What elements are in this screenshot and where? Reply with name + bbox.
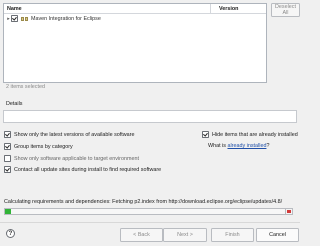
stop-button[interactable] <box>285 208 293 215</box>
details-label: Details <box>6 101 23 107</box>
applicable-only-label: Show only software applicable to target … <box>14 155 139 162</box>
what-is-installed-prefix: What is <box>208 143 226 149</box>
progress-fill <box>5 209 11 214</box>
help-icon[interactable]: ? <box>6 229 15 238</box>
column-header-version[interactable]: Version <box>219 6 238 12</box>
applicable-only-checkbox[interactable] <box>4 155 11 162</box>
hide-installed-option[interactable]: Hide items that are already installed <box>202 131 298 138</box>
already-installed-link[interactable]: already installed <box>227 143 266 149</box>
applicable-only-option[interactable]: Show only software applicable to target … <box>4 155 139 162</box>
column-divider <box>210 4 211 13</box>
cancel-button[interactable]: Cancel <box>256 228 299 242</box>
group-by-category-checkbox[interactable] <box>4 143 11 150</box>
show-latest-checkbox[interactable] <box>4 131 11 138</box>
contact-all-sites-label: Contact all update sites during install … <box>14 166 162 173</box>
stop-icon <box>287 210 291 213</box>
selection-status: 2 items selected <box>6 84 45 90</box>
show-latest-option[interactable]: Show only the latest versions of availab… <box>4 131 134 138</box>
hide-installed-label: Hide items that are already installed <box>212 131 298 138</box>
details-field[interactable] <box>3 110 297 123</box>
what-is-installed: What is already installed? <box>208 143 269 149</box>
contact-all-sites-checkbox[interactable] <box>4 166 11 173</box>
back-button[interactable]: < Back <box>120 228 163 242</box>
row-name: Maven Integration for Eclipse <box>31 15 101 22</box>
group-by-category-label: Group items by category <box>14 143 73 150</box>
button-bar-divider <box>0 222 300 223</box>
status-message: Calculating requirements and dependencie… <box>4 199 283 205</box>
what-is-installed-suffix: ? <box>266 143 270 149</box>
hide-installed-checkbox[interactable] <box>202 131 209 138</box>
column-header-name[interactable]: Name <box>7 6 22 12</box>
show-latest-label: Show only the latest versions of availab… <box>14 131 135 138</box>
table-row[interactable]: ▸ Maven Integration for Eclipse <box>4 14 266 23</box>
next-button[interactable]: Next > <box>163 228 207 242</box>
table-header: Name Version <box>4 4 266 14</box>
feature-group-icon <box>21 16 28 21</box>
row-checkbox[interactable] <box>11 15 18 22</box>
group-by-category-option[interactable]: Group items by category <box>4 143 73 150</box>
software-table[interactable]: Name Version ▸ Maven Integration for Ecl… <box>3 3 267 83</box>
contact-all-sites-option[interactable]: Contact all update sites during install … <box>4 166 161 173</box>
deselect-all-button[interactable]: Deselect All <box>271 3 300 17</box>
finish-button[interactable]: Finish <box>211 228 254 242</box>
progress-bar <box>4 208 293 215</box>
